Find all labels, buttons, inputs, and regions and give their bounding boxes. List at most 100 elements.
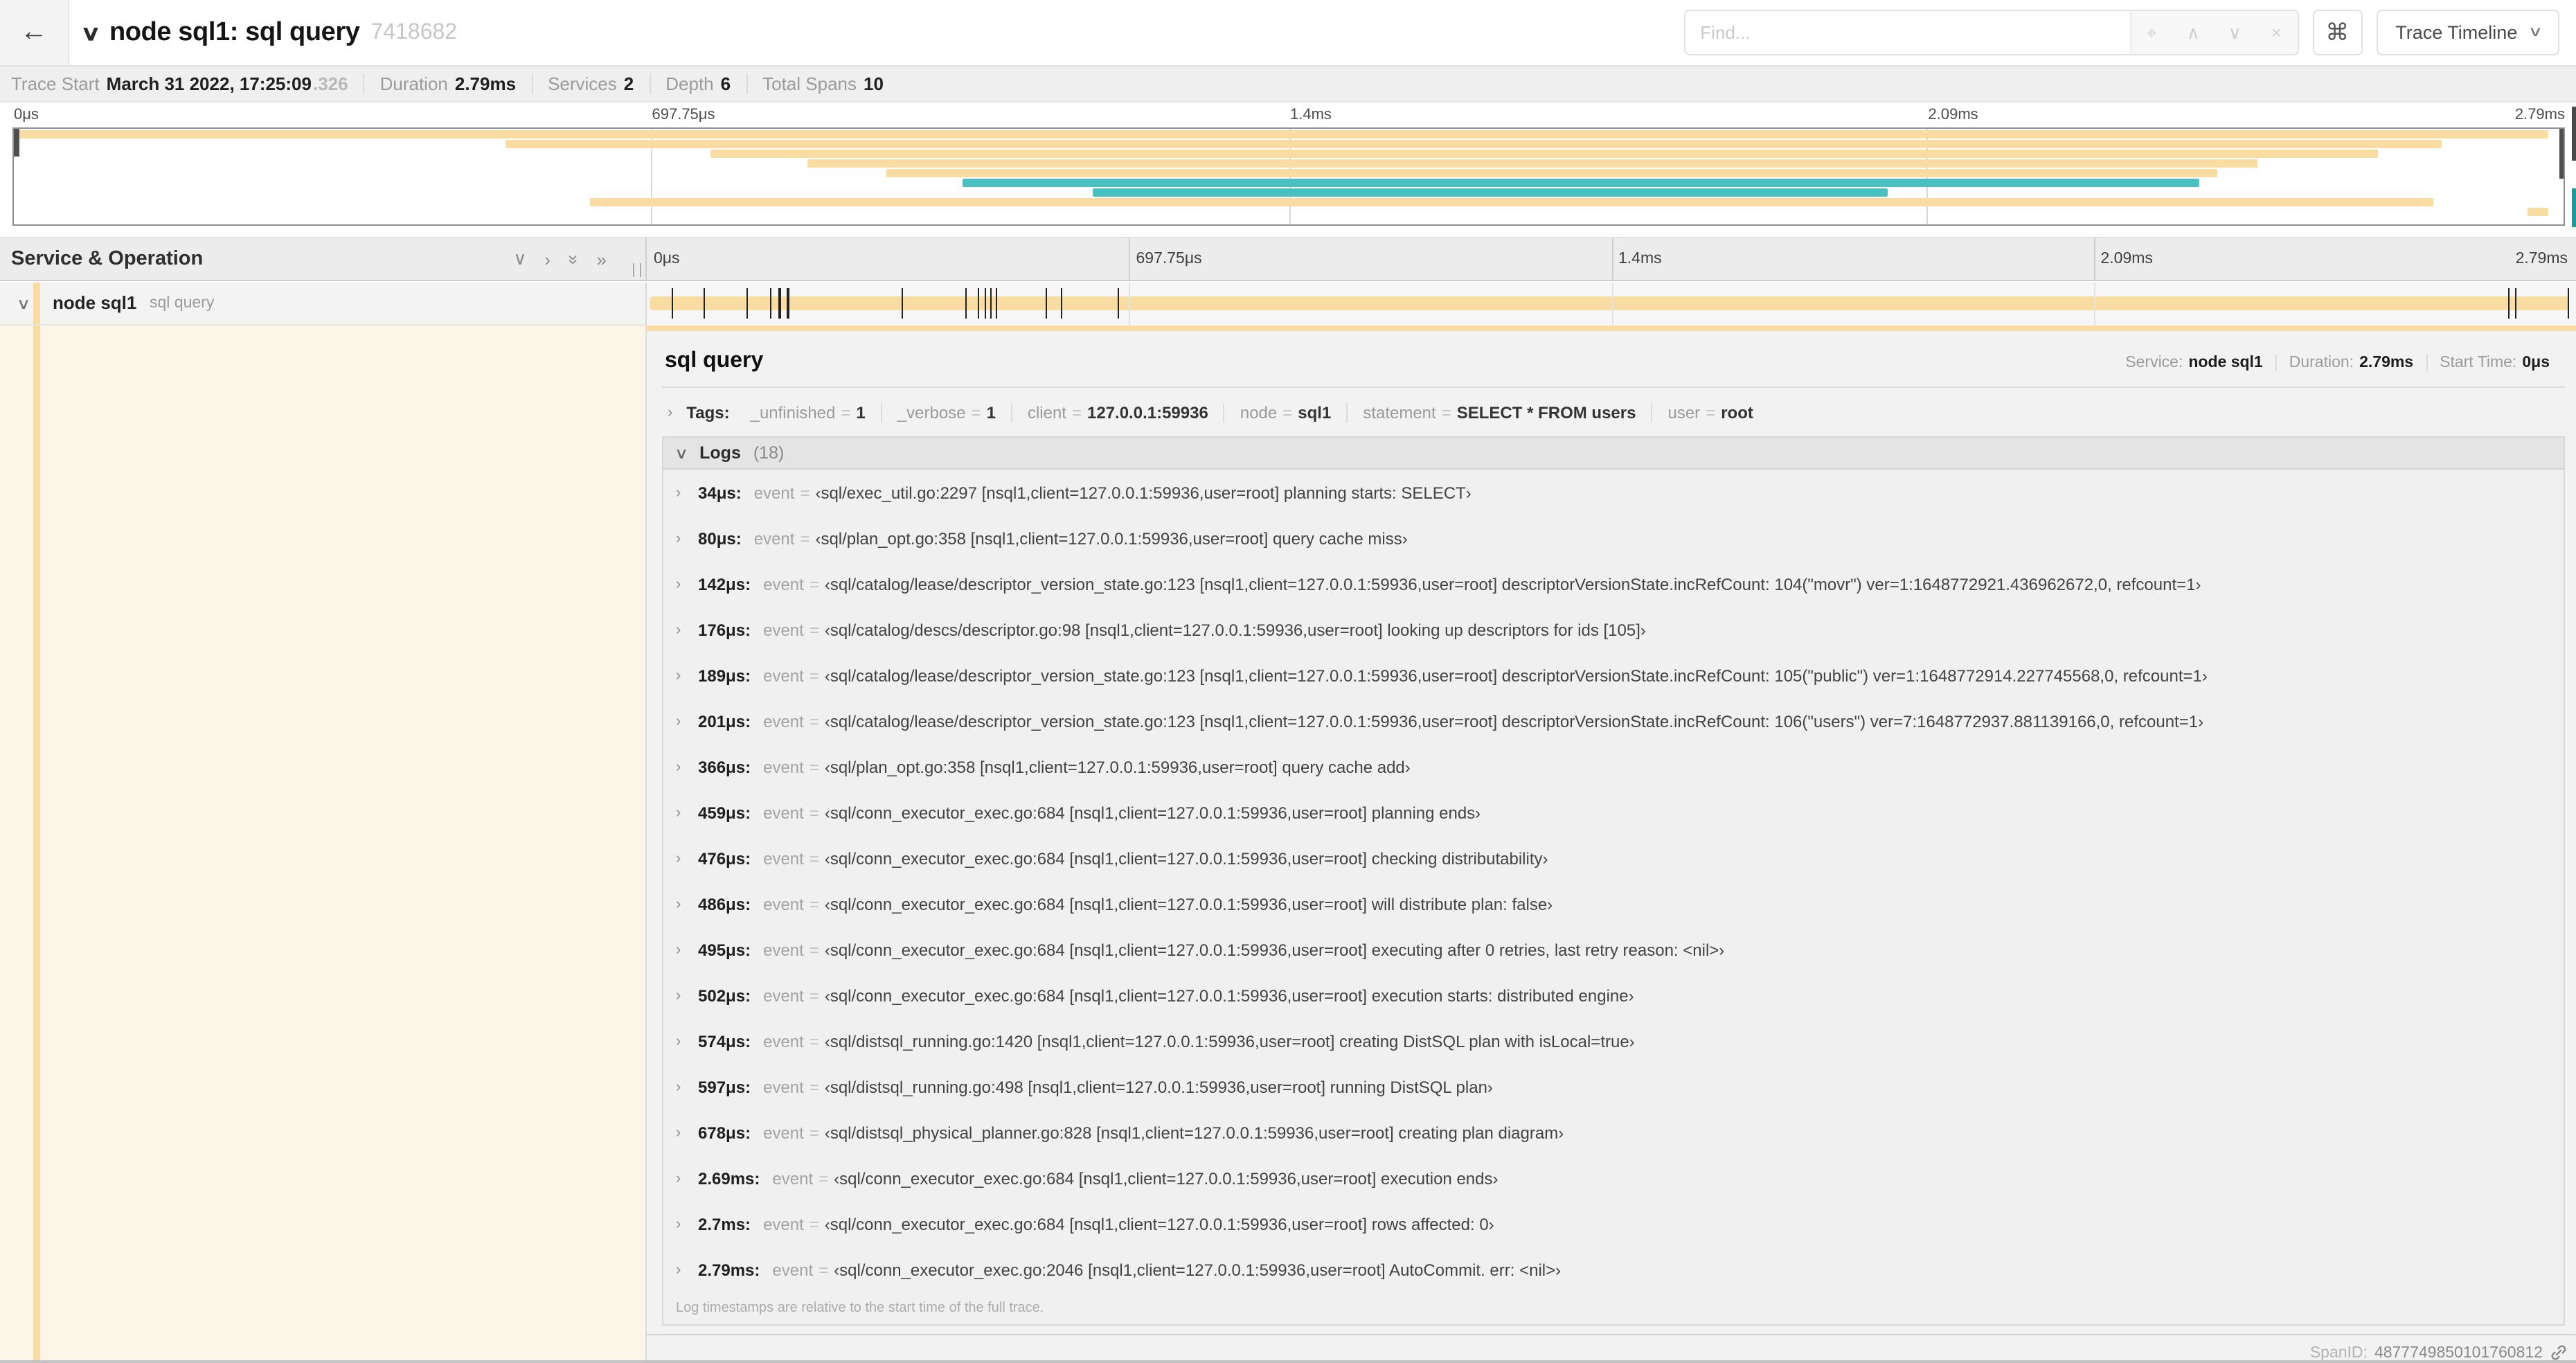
log-row[interactable]: › 34μs: event = ‹sql/exec_util.go:2297 […	[663, 470, 2564, 515]
log-value: ‹sql/conn_executor_exec.go:684 [nsql1,cl…	[824, 986, 1634, 1005]
stat-value: 10	[864, 73, 884, 94]
log-event-tick[interactable]	[1061, 288, 1063, 319]
detail-content: sql query Service: node sql1 Duration: 2.7…	[647, 331, 2576, 1335]
collapse-one-icon[interactable]: ∨	[513, 248, 526, 270]
log-row[interactable]: › 574μs: event = ‹sql/distsql_running.go…	[663, 1018, 2564, 1064]
minimap-scrubber-handle[interactable]	[2559, 129, 2564, 179]
view-dropdown[interactable]: Trace Timeline ∨	[2376, 10, 2559, 55]
right-edge-scroll-thumb[interactable]	[2571, 107, 2576, 161]
chevron-right-icon: ›	[676, 804, 681, 821]
trace-stat: Depth 6	[649, 73, 746, 94]
log-row[interactable]: › 189μs: event = ‹sql/catalog/lease/desc…	[663, 652, 2564, 698]
log-key: event	[763, 1214, 804, 1233]
find-next-icon[interactable]: ∨	[2214, 21, 2255, 44]
log-event-tick[interactable]	[977, 288, 979, 319]
log-row[interactable]: › 495μs: event = ‹sql/conn_executor_exec…	[663, 927, 2564, 972]
log-key: event	[772, 1260, 814, 1279]
log-event-tick[interactable]	[990, 288, 992, 319]
keyboard-shortcuts-button[interactable]: ⌘	[2312, 10, 2363, 55]
tag-item: _unfinished = 1	[750, 403, 866, 422]
span-rows-area: ∨ node sql1 sql query	[0, 283, 2576, 326]
detail-left-column	[0, 326, 647, 1360]
log-row[interactable]: › 486μs: event = ‹sql/conn_executor_exec…	[663, 881, 2564, 927]
tag-item: node = sql1	[1223, 403, 1346, 422]
tags-row[interactable]: › Tags: _unfinished = 1 _verbose = 1 client = 12…	[665, 403, 2562, 422]
deep-link-icon[interactable]	[2550, 1344, 2568, 1362]
span-detail-panel: sql query Service: node sql1 Duration: 2.7…	[647, 326, 2576, 1360]
minimap-tick-label: 0μs	[14, 107, 39, 123]
log-timestamp: 486μs:	[698, 894, 751, 914]
log-event-tick[interactable]	[2515, 288, 2517, 319]
log-event-tick[interactable]	[703, 288, 706, 319]
log-event-tick[interactable]	[1117, 288, 1119, 319]
log-event-tick[interactable]	[787, 288, 789, 319]
log-value: ‹sql/conn_executor_exec.go:684 [nsql1,cl…	[834, 1168, 1499, 1188]
log-event-tick[interactable]	[769, 288, 772, 319]
collapse-trace-chevron-icon[interactable]: ∨	[80, 20, 101, 45]
log-row[interactable]: › 678μs: event = ‹sql/distsql_physical_p…	[663, 1110, 2564, 1155]
trace-stats-bar: Trace Start March 31 2022, 17:25:09 .326…	[0, 65, 2576, 103]
log-row[interactable]: › 2.79ms: event = ‹sql/conn_executor_exe…	[663, 1247, 2564, 1292]
top-right-controls: ⌖ ∧ ∨ × ⌘ Trace Timeline ∨	[1683, 10, 2559, 55]
timeline-tick-label: 1.4ms	[1618, 251, 1662, 267]
service-operation-header: Service & Operation ∨ › » »	[0, 238, 647, 280]
log-event-tick[interactable]	[1045, 288, 1047, 319]
logs-section: ∨ Logs (18) › 34μs: event = ‹sql/exec_ut…	[662, 436, 2565, 1326]
log-row[interactable]: › 597μs: event = ‹sql/distsql_running.go…	[663, 1064, 2564, 1110]
find-input[interactable]	[1685, 11, 2130, 54]
log-row[interactable]: › 2.69ms: event = ‹sql/conn_executor_exe…	[663, 1155, 2564, 1201]
find-clear-icon[interactable]: ×	[2255, 22, 2297, 43]
log-event-tick[interactable]	[901, 288, 904, 319]
chevron-down-icon[interactable]: ∨	[17, 295, 31, 313]
chevron-right-icon: ›	[676, 1261, 681, 1278]
stat-value: March 31 2022, 17:25:09	[106, 73, 312, 94]
log-value: ‹sql/conn_executor_exec.go:2046 [nsql1,c…	[834, 1260, 1562, 1279]
column-resize-grip[interactable]	[633, 263, 641, 277]
log-timestamp: 34μs:	[698, 483, 742, 502]
span-row-timeline[interactable]	[647, 283, 2576, 326]
expand-all-icon[interactable]: »	[597, 249, 607, 269]
find-target-icon[interactable]: ⌖	[2131, 21, 2172, 44]
log-key: event	[763, 894, 804, 914]
log-value: ‹sql/catalog/descs/descriptor.go:98 [nsq…	[824, 620, 1646, 639]
log-row[interactable]: › 502μs: event = ‹sql/conn_executor_exec…	[663, 972, 2564, 1018]
expand-one-icon[interactable]: ›	[544, 249, 551, 269]
log-value: ‹sql/distsql_running.go:1420 [nsql1,clie…	[824, 1031, 1635, 1051]
log-event-tick[interactable]	[778, 288, 781, 319]
log-row[interactable]: › 201μs: event = ‹sql/catalog/lease/desc…	[663, 698, 2564, 744]
log-key: event	[763, 666, 804, 685]
log-event-tick[interactable]	[2508, 288, 2510, 319]
tag-item: client = 127.0.0.1:59936	[1010, 403, 1224, 422]
minimap-span-bar	[506, 140, 2442, 148]
back-button[interactable]: ←	[0, 0, 69, 65]
log-event-tick[interactable]	[2568, 288, 2570, 319]
log-value: ‹sql/conn_executor_exec.go:684 [nsql1,cl…	[824, 803, 1481, 822]
log-event-tick[interactable]	[671, 288, 674, 319]
log-event-tick[interactable]	[965, 288, 967, 319]
span-duration-bar[interactable]	[650, 296, 2569, 310]
log-row[interactable]: › 80μs: event = ‹sql/plan_opt.go:358 [ns…	[663, 515, 2564, 561]
log-row[interactable]: › 142μs: event = ‹sql/catalog/lease/desc…	[663, 561, 2564, 607]
log-timestamp: 678μs:	[698, 1123, 751, 1142]
log-row[interactable]: › 459μs: event = ‹sql/conn_executor_exec…	[663, 790, 2564, 835]
tag-item: _verbose = 1	[880, 403, 1011, 422]
minimap-scrubber-handle[interactable]	[14, 129, 19, 157]
minimap-canvas[interactable]	[12, 127, 2565, 226]
log-row[interactable]: › 366μs: event = ‹sql/plan_opt.go:358 [n…	[663, 744, 2564, 790]
log-row[interactable]: › 2.7ms: event = ‹sql/conn_executor_exec…	[663, 1201, 2564, 1247]
logs-header[interactable]: ∨ Logs (18)	[663, 438, 2564, 470]
log-event-tick[interactable]	[746, 288, 749, 319]
log-row[interactable]: › 176μs: event = ‹sql/catalog/descs/desc…	[663, 607, 2564, 652]
log-event-tick[interactable]	[995, 288, 997, 319]
collapse-all-icon[interactable]: »	[563, 254, 584, 264]
timeline-gridline	[1611, 238, 1613, 280]
detail-duration: Duration: 2.79ms	[2275, 355, 2426, 371]
log-value: ‹sql/distsql_running.go:498 [nsql1,clien…	[824, 1077, 1493, 1096]
find-prev-icon[interactable]: ∧	[2172, 21, 2214, 44]
log-row[interactable]: › 476μs: event = ‹sql/conn_executor_exec…	[663, 835, 2564, 881]
log-event-tick[interactable]	[984, 288, 986, 319]
collapse-controls: ∨ › » »	[513, 238, 607, 280]
find-group: ⌖ ∧ ∨ ×	[1683, 10, 2299, 55]
span-row-label[interactable]: ∨ node sql1 sql query	[0, 283, 647, 326]
trace-id: 7418682	[370, 20, 458, 44]
